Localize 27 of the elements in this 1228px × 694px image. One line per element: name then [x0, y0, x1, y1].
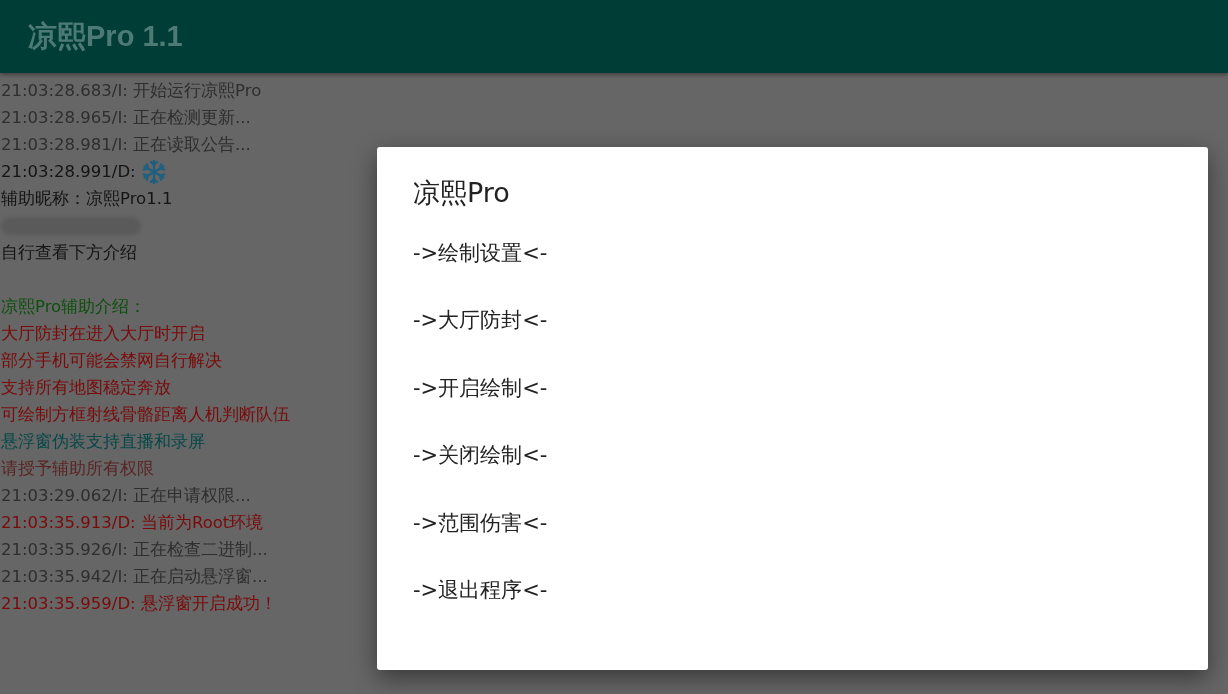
log-line: 大厅防封在进入大厅时开启: [1, 322, 205, 345]
log-line: 21:03:28.965/I: 正在检测更新...: [1, 106, 251, 129]
log-line: 辅助昵称：凉熙Pro1.1: [1, 187, 173, 210]
snowflake-icon: [141, 159, 166, 184]
log-line: 凉熙Pro辅助介绍：: [1, 295, 147, 318]
app-title: 凉熙Pro 1.1: [28, 18, 183, 54]
log-line: 21:03:28.981/I: 正在读取公告...: [1, 133, 251, 156]
log-line: 请授予辅助所有权限: [1, 457, 154, 480]
menu-item[interactable]: ->关闭绘制<-: [413, 421, 1172, 489]
log-line: 悬浮窗伪装支持直播和录屏: [1, 430, 205, 453]
log-line: 可绘制方框射线骨骼距离人机判断队伍: [1, 403, 290, 426]
log-line: 自行查看下方介绍: [1, 241, 137, 264]
log-line: 21:03:35.942/I: 正在启动悬浮窗...: [1, 565, 268, 588]
menu-item[interactable]: ->退出程序<-: [413, 556, 1172, 624]
menu-item[interactable]: ->绘制设置<-: [413, 219, 1172, 287]
log-line: 21:03:35.913/D: 当前为Root环境: [1, 511, 264, 534]
log-line: 21:03:29.062/I: 正在申请权限...: [1, 484, 251, 507]
log-line: 部分手机可能会禁网自行解决: [1, 349, 222, 372]
dialog-title: 凉熙Pro: [413, 176, 511, 210]
log-line: 21:03:35.926/I: 正在检查二进制...: [1, 538, 268, 561]
log-line: 21:03:35.959/D: 悬浮窗开启成功！: [1, 592, 277, 615]
log-line: 21:03:28.683/I: 开始运行凉熙Pro: [1, 79, 262, 102]
log-line: 21:03:28.991/D:: [1, 162, 136, 181]
menu-item[interactable]: ->范围伤害<-: [413, 489, 1172, 557]
menu-item[interactable]: ->大厅防封<-: [413, 286, 1172, 354]
log-line: 支持所有地图稳定奔放: [1, 376, 171, 399]
menu-item[interactable]: ->开启绘制<-: [413, 354, 1172, 422]
